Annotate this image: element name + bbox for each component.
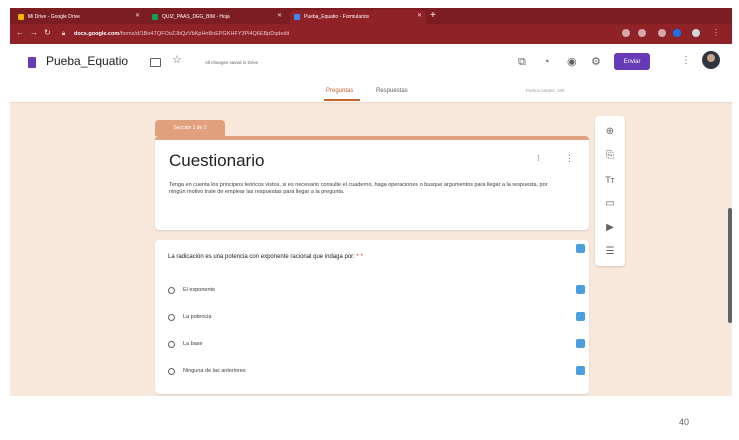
form-tabs: Preguntas Respuestas Puntos totales: 100 — [10, 84, 732, 102]
radio-button[interactable] — [168, 286, 175, 294]
radio-button[interactable] — [168, 340, 175, 348]
drive-favicon-icon — [18, 14, 24, 20]
browser-tab-label: QUIZ_PAAS_DEG_BIM - Hoja — [162, 14, 230, 20]
option-label: El exponente — [183, 287, 216, 293]
total-points: Puntos totales: 100 — [526, 88, 565, 93]
section-title[interactable]: Cuestionario — [169, 151, 264, 171]
browser-tab-drive[interactable]: Mi Drive - Google Drive ✕ — [14, 10, 144, 24]
forms-logo-icon[interactable] — [28, 57, 36, 68]
browser-tab-forms[interactable]: Pueba_Equatio - Formularios ✕ — [290, 10, 426, 24]
equatio-icon[interactable] — [576, 312, 585, 321]
browser-tab-label: Pueba_Equatio - Formularios — [304, 14, 370, 20]
extension-icon[interactable] — [622, 29, 630, 37]
option-row[interactable]: Ninguna de las anteriores — [168, 366, 246, 376]
profile-icon[interactable] — [692, 29, 700, 37]
section-tag: Sección 1 de 2 — [155, 120, 225, 136]
option-row[interactable]: El exponente — [168, 285, 215, 295]
close-tab-icon[interactable]: ✕ — [135, 12, 140, 19]
extension-icon[interactable] — [658, 29, 666, 37]
url-path: /forms/d/1Bo4TQFOoZJbQzVbKpHnBnEPGKHFY3P… — [119, 31, 290, 37]
browser-tab-strip: Mi Drive - Google Drive ✕ QUIZ_PAAS_DEG_… — [10, 8, 732, 24]
option-label: Ninguna de las anteriores — [183, 368, 246, 374]
import-questions-icon[interactable]: ⎘ — [595, 150, 625, 162]
option-label: La base — [183, 341, 203, 347]
section-title-card[interactable]: Cuestionario ⁝ ⋮ Tenga en cuenta los pri… — [155, 136, 589, 230]
equatio-icon[interactable] — [576, 244, 585, 253]
collapse-section-icon[interactable]: ⁝ — [537, 153, 540, 164]
page-number: 40 — [679, 417, 690, 427]
avatar[interactable] — [702, 51, 720, 69]
close-tab-icon[interactable]: ✕ — [277, 12, 282, 19]
equatio-icon[interactable] — [576, 366, 585, 375]
folder-icon[interactable] — [150, 58, 161, 67]
add-question-icon[interactable]: ⊕ — [595, 126, 625, 138]
reload-icon[interactable]: ↻ — [44, 28, 51, 38]
more-vert-icon[interactable]: ⋮ — [681, 55, 691, 66]
active-tab-indicator — [324, 99, 360, 101]
section-more-icon[interactable]: ⋮ — [565, 153, 574, 164]
form-title[interactable]: Pueba_Equatio — [46, 54, 128, 68]
palette-icon[interactable]: ◔ — [543, 56, 550, 68]
preview-eye-icon[interactable]: ◉ — [567, 56, 577, 68]
back-arrow-icon[interactable]: ← — [16, 28, 24, 38]
section-description[interactable]: Tenga en cuenta los principios teóricos … — [169, 182, 559, 196]
add-title-icon[interactable]: Tт — [595, 174, 625, 186]
radio-button[interactable] — [168, 313, 175, 321]
browser-menu-icon[interactable]: ⋮ — [712, 28, 720, 38]
tab-questions[interactable]: Preguntas — [326, 88, 353, 94]
sheets-favicon-icon — [152, 14, 158, 20]
option-label: La potencia — [183, 314, 212, 320]
url-bar[interactable]: docs.google.com /forms/d/1Bo4TQFOoZJbQzV… — [74, 28, 614, 40]
address-bar-row: ← → ↻ 🔒︎ docs.google.com /forms/d/1Bo4TQ… — [10, 24, 732, 44]
option-row[interactable]: La base — [168, 339, 203, 349]
add-image-icon[interactable]: ▭ — [595, 198, 625, 210]
add-video-icon[interactable]: ▶︎ — [595, 222, 625, 234]
forward-arrow-icon[interactable]: → — [30, 28, 38, 38]
addon-icon[interactable]: ⧉ — [518, 56, 526, 68]
required-asterisk: * * — [354, 254, 363, 260]
scrollbar-thumb[interactable] — [728, 208, 732, 323]
extension-icon[interactable] — [673, 29, 681, 37]
question-label: La radicación es una potencia con expone… — [168, 254, 355, 260]
forms-favicon-icon — [294, 14, 300, 20]
tab-responses[interactable]: Respuestas — [376, 88, 408, 94]
question-card[interactable]: La radicación es una potencia con expone… — [155, 240, 589, 394]
save-status: All changes saved in Drive — [205, 60, 259, 65]
radio-button[interactable] — [168, 367, 175, 375]
settings-gear-icon[interactable]: ⚙ — [591, 56, 601, 68]
lock-icon: 🔒︎ — [62, 31, 66, 37]
screenshot: Mi Drive - Google Drive ✕ QUIZ_PAAS_DEG_… — [10, 8, 732, 396]
equatio-icon[interactable] — [576, 285, 585, 294]
forms-header: Pueba_Equatio ☆ All changes saved in Dri… — [10, 44, 732, 102]
browser-tab-sheets[interactable]: QUIZ_PAAS_DEG_BIM - Hoja ✕ — [148, 10, 286, 24]
new-tab-button[interactable]: + — [430, 10, 436, 22]
send-button[interactable]: Enviar — [614, 53, 650, 70]
close-tab-icon[interactable]: ✕ — [417, 12, 422, 19]
equatio-icon[interactable] — [576, 339, 585, 348]
option-row[interactable]: La potencia — [168, 312, 211, 322]
star-icon[interactable]: ☆ — [172, 53, 182, 66]
browser-tab-label: Mi Drive - Google Drive — [28, 14, 80, 20]
side-toolbar: ⊕ ⎘ Tт ▭ ▶︎ ☰ — [595, 116, 625, 266]
add-section-icon[interactable]: ☰ — [595, 246, 625, 258]
question-text: La radicación es una potencia con expone… — [168, 254, 363, 260]
section-accent-bar — [155, 136, 589, 140]
url-domain: docs.google.com — [74, 31, 120, 37]
extension-icon[interactable] — [638, 29, 646, 37]
